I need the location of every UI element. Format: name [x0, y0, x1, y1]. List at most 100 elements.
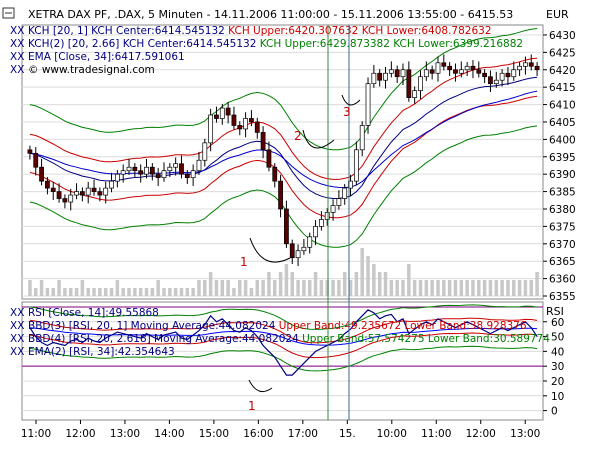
rsi-legend-part: BBD(3) [RSI, 20, 1] Moving Average:44.08…	[28, 320, 279, 332]
candle-body	[511, 69, 517, 78]
candle-body	[74, 191, 79, 196]
volume-bar	[412, 280, 417, 296]
price-y-axis: 6355 6360 6365 6370 6375 6380 6385 6390 6395 6400…	[543, 30, 576, 303]
x-tick-label: 12:00	[65, 428, 95, 440]
candle-body	[295, 250, 301, 259]
x-axis: 11:00 12:00 13:00 14:00 15:00 16:00 17:00 15. 10…	[21, 420, 540, 440]
currency-label: EUR	[546, 8, 569, 21]
price-legend-icon[interactable]: XX	[10, 51, 24, 63]
candle-body	[523, 62, 528, 67]
volume-bar	[366, 256, 370, 296]
volume-bar	[156, 280, 160, 296]
volume-bar	[418, 280, 423, 296]
volume-bar	[249, 288, 254, 296]
volume-bar	[372, 264, 376, 296]
rsi-legend-icon[interactable]: XX	[10, 333, 24, 345]
candle-body	[167, 166, 173, 172]
candle-body	[488, 76, 493, 85]
candle-body	[62, 198, 68, 203]
price-legend-part: KCH Upper:6420.307632	[228, 25, 362, 37]
candle-body	[155, 173, 161, 179]
candle-body	[371, 72, 377, 85]
rsi-legend-icon[interactable]: XX	[10, 307, 24, 319]
rsi-legend-part: Upper Band:49.235672 Lower Band:38.92837…	[279, 320, 527, 332]
price-tick-label: 6375	[549, 221, 576, 233]
volume-bar	[226, 280, 230, 296]
candle-body	[289, 243, 295, 259]
chart-title: XETRA DAX PF, .DAX, 5 Minuten - 14.11.20…	[28, 8, 513, 21]
candle-body	[359, 125, 365, 151]
volume-bar	[535, 272, 539, 296]
price-tick-label: 6405	[549, 117, 576, 129]
rsi-legend-icon[interactable]: XX	[10, 320, 24, 332]
volume-bar	[453, 280, 458, 296]
candle-body	[319, 219, 324, 227]
volume-bar	[255, 280, 260, 296]
price-legend-icon[interactable]: XX	[10, 38, 24, 50]
chart-root: XETRA DAX PF, .DAX, 5 Minuten - 14.11.20…	[2, 7, 576, 440]
price-tick-label: 6420	[549, 65, 576, 77]
rsi-tick-label: 40	[551, 346, 564, 358]
rsi-tick-label: 50	[551, 332, 564, 344]
rsi-legend-part: BBD(4) [RSI, 20, 2.618] Moving Average:4…	[28, 333, 302, 345]
candle-body	[79, 191, 85, 196]
volume-bar	[284, 264, 289, 296]
candle-body	[307, 236, 313, 248]
price-legend-part: KCH Upper:6429.873382 KCH Lower:6399.216…	[260, 38, 523, 50]
candle-body	[196, 159, 202, 172]
annotation-label-3: 3	[343, 105, 351, 119]
volume-bar	[278, 272, 283, 296]
volume-bar	[436, 280, 440, 296]
candle-body	[394, 69, 400, 78]
price-tick-label: 6370	[549, 239, 576, 251]
candle-body	[272, 166, 278, 182]
candle-body	[476, 69, 482, 74]
candle-body	[120, 170, 126, 175]
price-tick-label: 6380	[549, 204, 576, 216]
candle-body	[45, 180, 50, 189]
candle-body	[482, 72, 488, 78]
volume-bar	[512, 280, 516, 296]
candle-body	[336, 198, 342, 206]
candle-body	[418, 76, 423, 91]
x-tick-label: 14:00	[154, 428, 184, 440]
price-legend-icon[interactable]: XX	[10, 25, 24, 37]
candle-body	[383, 72, 388, 81]
volume-bar	[115, 280, 120, 296]
volume-bar	[395, 280, 399, 296]
x-tick-label: 10:00	[377, 428, 407, 440]
candle-body	[499, 72, 505, 81]
volume-bar	[273, 280, 277, 296]
candle-body	[243, 118, 248, 130]
candle-body	[219, 107, 225, 119]
volume-bar	[290, 272, 294, 296]
volume-bar	[45, 288, 50, 296]
candle-body	[342, 187, 348, 199]
rsi-legend-icon[interactable]: XX	[10, 346, 24, 358]
candle-body	[353, 149, 359, 182]
volume-bar	[313, 272, 318, 296]
volume-bar	[197, 280, 201, 296]
price-legend-icon[interactable]: XX	[10, 64, 24, 76]
candle-body	[184, 173, 190, 179]
candle-body	[97, 191, 103, 196]
volume-bar	[517, 280, 522, 296]
title-bar: XETRA DAX PF, .DAX, 5 Minuten - 14.11.20…	[2, 7, 569, 21]
candle-body	[138, 170, 144, 175]
volume-bar	[28, 280, 32, 296]
candle-body	[249, 118, 254, 123]
price-legend-row: EMA [Close, 34]:6417.591061	[28, 51, 185, 63]
rsi-y-axis: 0 10 20 30 40 50 60	[543, 317, 564, 418]
price-legend-row: KCH(2) [20, 2.66] KCH Center:6414.545132…	[28, 38, 523, 50]
volume-bar	[109, 288, 114, 296]
volume-bar	[144, 288, 149, 296]
candle-body	[453, 69, 458, 74]
rsi-legend-row: BBD(4) [RSI, 20, 2.618] Moving Average:4…	[28, 333, 550, 345]
candle-body	[56, 191, 62, 199]
price-tick-label: 6400	[549, 134, 576, 146]
volume-bar	[220, 280, 225, 296]
volume-bar	[191, 288, 195, 296]
candle-body	[85, 187, 91, 196]
volume-bar	[33, 288, 38, 296]
price-tick-label: 6390	[549, 169, 576, 181]
